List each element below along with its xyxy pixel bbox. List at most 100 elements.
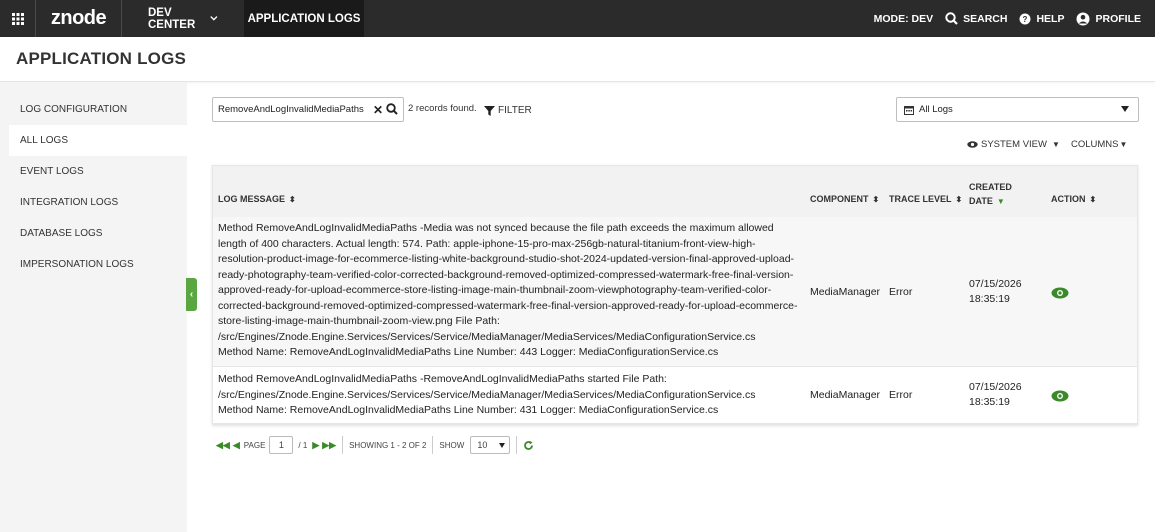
application-logs-label: APPLICATION LOGS [247, 12, 361, 25]
log-line: /src/Engines/Znode.Engine.Services/Servi… [218, 330, 756, 343]
pagination: ◀◀ ◀ PAGE 1 / 1 ▶ ▶▶ SHOWING 1 - 2 OF 2 … [216, 435, 534, 455]
page-number-input[interactable]: 1 [269, 436, 294, 454]
time-text: 18:35:19 [969, 293, 1010, 305]
divider [432, 436, 434, 454]
sidebar-item-all-logs[interactable]: ALL LOGS [9, 125, 187, 156]
search-input[interactable]: RemoveAndLogInvalidMediaPaths ✕ [212, 97, 404, 122]
help-label: HELP [1036, 12, 1065, 25]
application-logs-menu[interactable]: APPLICATION LOGS [244, 0, 364, 37]
table-header: LOG MESSAGE ⬍ COMPONENT ⬍ TRACE LEVEL ⬍ CRE… [213, 166, 1137, 217]
header-created-date[interactable]: CREATED DATE ▼ [969, 180, 1012, 209]
columns-button[interactable]: COLUMNS▼ [1071, 139, 1127, 150]
header-component[interactable]: COMPONENT ⬍ [810, 194, 879, 204]
divider [516, 436, 518, 454]
help-button[interactable]: ? HELP [1019, 13, 1064, 25]
filter-icon [484, 105, 495, 116]
sidebar-item-impersonation-logs[interactable]: IMPERSONATION LOGS [0, 249, 187, 280]
log-message-cell: Method RemoveAndLogInvalidMediaPaths -Re… [218, 372, 808, 419]
sidebar: LOG CONFIGURATION ALL LOGS EVENT LOGS IN… [0, 82, 187, 532]
svg-text:?: ? [1023, 15, 1028, 24]
log-message-cell: Method RemoveAndLogInvalidMediaPaths -Me… [218, 221, 808, 361]
app-grid-icon[interactable] [0, 0, 36, 37]
header-label: TRACE LEVEL [889, 194, 952, 204]
view-eye-icon[interactable] [1051, 390, 1069, 402]
chevron-left-icon: ‹ [189, 289, 194, 300]
first-page-icon[interactable]: ◀◀ [216, 440, 230, 451]
search-value: RemoveAndLogInvalidMediaPaths [218, 104, 364, 115]
help-icon: ? [1019, 13, 1031, 24]
logo-text: znode [50, 7, 107, 29]
component-cell: MediaManager [810, 389, 881, 401]
last-page-icon[interactable]: ▶▶ [322, 440, 336, 451]
columns-label: COLUMNS [1071, 139, 1119, 150]
system-view-button[interactable]: SYSTEM VIEW ▼ [967, 139, 1060, 150]
search-label: SEARCH [963, 12, 1008, 25]
search-icon[interactable] [386, 103, 398, 115]
system-view-label: SYSTEM VIEW [981, 139, 1047, 150]
log-line: ready-photography-team-verified-color-co… [218, 268, 794, 281]
filter-label: FILTER [498, 105, 532, 116]
sidebar-item-log-configuration[interactable]: LOG CONFIGURATION [0, 94, 187, 125]
showing-count: SHOWING 1 - 2 OF 2 [349, 440, 427, 450]
header-label: COMPONENT [810, 194, 869, 204]
filter-button[interactable]: FILTER [484, 105, 532, 116]
header-label: LOG MESSAGE [218, 194, 286, 204]
page-size-select[interactable]: 10 [470, 436, 511, 454]
sidebar-item-label: IMPERSONATION LOGS [20, 259, 134, 270]
prev-page-icon[interactable]: ◀ [233, 440, 240, 451]
log-line: approved-ready-for-upload-ecommerce-stor… [218, 284, 772, 296]
sort-icon: ⬍ [289, 195, 296, 204]
sort-icon: ⬍ [955, 195, 963, 204]
profile-button[interactable]: PROFILE [1076, 12, 1141, 26]
page-total: / 1 [298, 440, 308, 450]
log-line: /src/Engines/Znode.Engine.Services/Servi… [218, 388, 756, 401]
profile-icon [1076, 12, 1090, 25]
view-eye-icon[interactable] [1051, 287, 1069, 299]
dropdown-caret-icon [1121, 106, 1129, 112]
top-nav-bar: znode DEV CENTER APPLICATION LOGS MODE: … [0, 0, 1155, 37]
sidebar-item-label: ALL LOGS [20, 135, 68, 146]
sidebar-item-database-logs[interactable]: DATABASE LOGS [0, 218, 187, 249]
refresh-icon[interactable] [523, 440, 534, 451]
caret-down-icon: ▼ [1119, 140, 1128, 149]
log-line: store-listing-image-main-thumbnail-zoom-… [218, 315, 500, 327]
clear-search-icon[interactable]: ✕ [373, 103, 383, 117]
created-date-cell: 07/15/2026 18:35:19 [969, 277, 1022, 307]
log-select-value: All Logs [919, 104, 953, 115]
log-line: Method RemoveAndLogInvalidMediaPaths -Re… [218, 373, 667, 385]
header-log-message[interactable]: LOG MESSAGE ⬍ [218, 194, 296, 204]
sidebar-item-label: EVENT LOGS [20, 166, 84, 177]
sort-desc-icon: ▼ [996, 197, 1005, 206]
records-found: 2 records found. [408, 103, 477, 114]
header-label: CREATED [969, 182, 1012, 192]
page-label: PAGE [243, 440, 266, 450]
next-page-icon[interactable]: ▶ [312, 440, 319, 451]
log-line: resolution-product-image-for-ecommerce-l… [218, 253, 795, 265]
log-line: Method RemoveAndLogInvalidMediaPaths -Me… [218, 222, 774, 234]
dev-center-label: DEV CENTER [148, 6, 196, 31]
sidebar-item-integration-logs[interactable]: INTEGRATION LOGS [0, 187, 187, 218]
sidebar-item-label: DATABASE LOGS [20, 228, 103, 239]
header-label: DATE [969, 196, 993, 206]
log-line: corrected-background-removed-optimized-c… [218, 299, 798, 312]
caret-down-icon [499, 443, 506, 448]
sidebar-item-event-logs[interactable]: EVENT LOGS [0, 156, 187, 187]
mode-label: MODE: DEV [873, 12, 934, 25]
calendar-icon [904, 105, 914, 115]
page-size-value: 10 [477, 440, 488, 450]
logs-table: LOG MESSAGE ⬍ COMPONENT ⬍ TRACE LEVEL ⬍ CRE… [212, 165, 1138, 425]
log-type-select[interactable]: All Logs [896, 97, 1139, 122]
dev-center-menu[interactable]: DEV CENTER [122, 0, 244, 37]
search-button[interactable]: SEARCH [945, 12, 1007, 25]
time-text: 18:35:19 [969, 396, 1010, 408]
znode-logo[interactable]: znode [36, 0, 122, 37]
table-row: Method RemoveAndLogInvalidMediaPaths -Me… [213, 217, 1137, 367]
header-trace-level[interactable]: TRACE LEVEL ⬍ [889, 194, 962, 204]
log-line: Method Name: RemoveAndLogInvalidMediaPat… [218, 404, 719, 416]
search-icon [945, 12, 958, 25]
log-line: Method Name: RemoveAndLogInvalidMediaPat… [218, 346, 719, 358]
page-header: APPLICATION LOGS [0, 37, 1155, 82]
divider [342, 436, 344, 454]
date-text: 07/15/2026 [969, 381, 1022, 393]
sidebar-collapse-button[interactable]: ‹ [186, 278, 197, 311]
